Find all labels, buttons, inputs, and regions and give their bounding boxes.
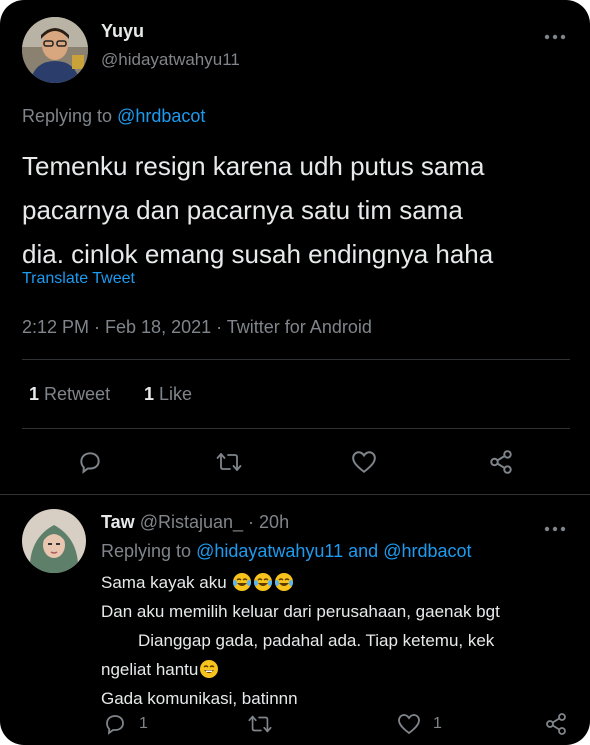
- like-count: 1: [433, 715, 442, 732]
- retweet-icon[interactable]: [245, 710, 275, 738]
- replying-to: Replying to @hidayatwahyu11 and @hrdbaco…: [101, 541, 472, 562]
- reply-header: Taw @Ristajuan_ · 20h: [101, 512, 289, 533]
- reply-line-text: ngeliat hantu: [101, 660, 199, 679]
- avatar[interactable]: [22, 509, 86, 573]
- handle[interactable]: @Ristajuan_: [140, 512, 243, 532]
- like-stat[interactable]: 1 Like: [144, 384, 192, 405]
- like-heart-icon[interactable]: [395, 710, 423, 738]
- reply-text: Sama kayak aku Dan aku memilih keluar da…: [101, 568, 500, 713]
- display-name[interactable]: Yuyu: [101, 21, 144, 42]
- like-label: Like: [159, 384, 193, 404]
- replying-and: and: [348, 541, 379, 561]
- tears-of-joy-emoji-icon: [231, 573, 252, 592]
- reply-icon[interactable]: [74, 446, 106, 478]
- share-icon[interactable]: [542, 710, 570, 738]
- user-photo-icon: [22, 509, 86, 573]
- reply-count: 1: [139, 715, 148, 732]
- divider: [22, 359, 570, 360]
- handle[interactable]: @hidayatwahyu11: [101, 50, 240, 70]
- more-dots-icon[interactable]: [544, 512, 566, 538]
- replying-to: Replying to @hrdbacot: [22, 106, 205, 127]
- tweet-text-line: Temenku resign karena udh putus sama: [22, 151, 485, 181]
- reply-text-line: Dan aku memilih keluar dari perusahaan, …: [101, 602, 500, 621]
- reply-icon[interactable]: [101, 710, 129, 738]
- retweet-stat[interactable]: 1 Retweet: [29, 384, 110, 405]
- reply-text-line: ngeliat hantu: [101, 655, 500, 684]
- retweet-label: Retweet: [44, 384, 111, 404]
- user-photo-icon: [22, 17, 88, 83]
- share-icon[interactable]: [485, 446, 517, 478]
- tears-of-joy-emoji-icon: [273, 573, 294, 592]
- replying-prefix: Replying to: [101, 541, 192, 561]
- more-dots-icon[interactable]: [544, 20, 566, 46]
- replying-prefix: Replying to: [22, 106, 113, 126]
- grinning-emoji-icon: [198, 660, 219, 679]
- section-divider: [0, 494, 590, 495]
- replying-to-link[interactable]: @hidayatwahyu11: [196, 541, 343, 561]
- separator: ·: [248, 512, 255, 532]
- avatar[interactable]: [22, 17, 88, 83]
- tweet-timestamp[interactable]: 2:12 PM · Feb 18, 2021 · Twitter for And…: [22, 317, 372, 338]
- replying-to-link[interactable]: @hrdbacot: [117, 106, 205, 126]
- retweet-icon[interactable]: [212, 446, 246, 478]
- retweet-count: 1: [29, 384, 40, 404]
- divider: [22, 428, 570, 429]
- replying-to-link[interactable]: @hrdbacot: [383, 541, 471, 561]
- reply-text-line: Dianggap gada, padahal ada. Tiap ketemu,…: [138, 631, 495, 650]
- reply-text-line: Sama kayak aku: [101, 568, 500, 597]
- tweet-screenshot: Yuyu @hidayatwahyu11 Replying to @hrdbac…: [0, 0, 590, 745]
- tears-of-joy-emoji-icon: [252, 573, 273, 592]
- reply-time[interactable]: 20h: [259, 512, 289, 532]
- like-heart-icon[interactable]: [348, 446, 380, 478]
- reply-line-text: Sama kayak aku: [101, 573, 227, 592]
- tweet-text-line: pacarnya dan pacarnya satu tim sama: [22, 195, 463, 225]
- reply-text-line: Gada komunikasi, batinnn: [101, 689, 298, 708]
- like-count: 1: [144, 384, 155, 404]
- display-name[interactable]: Taw: [101, 512, 135, 532]
- tweet-text: Temenku resign karena udh putus sama pac…: [22, 144, 493, 276]
- translate-tweet-link[interactable]: Translate Tweet: [22, 270, 135, 288]
